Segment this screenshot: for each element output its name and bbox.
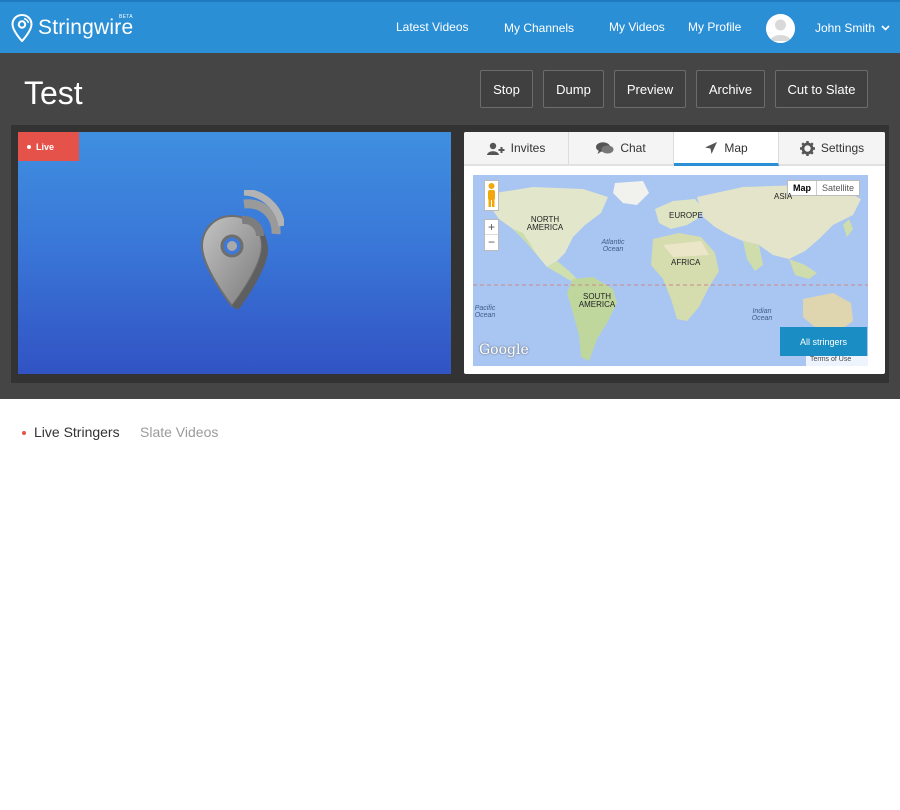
active-indicator-dot bbox=[22, 431, 26, 435]
nav-link-my-profile[interactable]: My Profile bbox=[688, 20, 741, 34]
archive-button[interactable]: Archive bbox=[696, 70, 765, 108]
map-label-south-america: SOUTH AMERICA bbox=[578, 292, 616, 309]
tab-live-stringers[interactable]: Live Stringers bbox=[34, 424, 120, 440]
map-label-pacific-ocean: Pacific Ocean bbox=[474, 305, 496, 319]
map-label-north-america: NORTH AMERICA bbox=[526, 215, 564, 232]
broadcast-panel: Test Stop Dump Preview Archive Cut to Sl… bbox=[0, 53, 900, 399]
nav-link-my-channels[interactable]: My Channels bbox=[504, 21, 574, 35]
avatar[interactable] bbox=[766, 14, 795, 43]
gear-icon bbox=[799, 140, 815, 156]
nav-link-latest-videos[interactable]: Latest Videos bbox=[396, 20, 469, 34]
tab-chat[interactable]: Chat bbox=[569, 132, 674, 164]
map-type-satellite[interactable]: Satellite bbox=[817, 181, 859, 195]
tab-settings-label: Settings bbox=[820, 141, 865, 155]
zoom-in-button[interactable]: + bbox=[485, 220, 498, 235]
terms-of-use-link[interactable]: Terms of Use bbox=[806, 356, 868, 366]
cut-to-slate-button[interactable]: Cut to Slate bbox=[775, 70, 868, 108]
stop-button[interactable]: Stop bbox=[480, 70, 533, 108]
chevron-down-icon[interactable] bbox=[881, 23, 890, 32]
live-badge: Live bbox=[18, 132, 79, 161]
map-label-asia: ASIA bbox=[774, 192, 793, 201]
location-pin-icon bbox=[11, 14, 33, 42]
stringer-tabs: Live Stringers Slate Videos bbox=[0, 420, 900, 446]
map-label-europe: EUROPE bbox=[669, 211, 703, 220]
tab-map-label: Map bbox=[724, 140, 748, 155]
street-view-pegman[interactable] bbox=[484, 180, 499, 211]
all-stringers-button[interactable]: All stringers bbox=[780, 327, 867, 356]
top-nav: Stringwire BETA Latest Videos My Channel… bbox=[0, 0, 900, 53]
brand-logo[interactable]: Stringwire BETA bbox=[11, 11, 133, 45]
nav-link-my-videos[interactable]: My Videos bbox=[609, 20, 665, 34]
map-zoom-control: + − bbox=[484, 219, 499, 251]
zoom-out-button[interactable]: − bbox=[485, 235, 498, 250]
stream-container: Live Invites Chat Map Settings + − Map S… bbox=[11, 125, 889, 383]
user-silhouette-icon bbox=[766, 14, 795, 43]
side-panel-tabs: Invites Chat Map Settings bbox=[464, 132, 885, 166]
map-label-atlantic-ocean: Atlantic Ocean bbox=[601, 239, 625, 253]
tab-settings[interactable]: Settings bbox=[779, 132, 885, 164]
tab-map[interactable]: Map bbox=[674, 132, 779, 166]
add-user-icon bbox=[486, 142, 505, 155]
world-map[interactable]: + − Map Satellite NORTH AMERICA EUROPE A… bbox=[473, 175, 868, 366]
side-panel: Invites Chat Map Settings + − Map Satell… bbox=[464, 132, 885, 374]
beta-badge: BETA bbox=[119, 14, 133, 20]
user-name[interactable]: John Smith bbox=[815, 21, 875, 35]
video-preview[interactable]: Live bbox=[18, 132, 451, 374]
map-label-indian-ocean: Indian Ocean bbox=[751, 308, 773, 322]
map-label-africa: AFRICA bbox=[671, 258, 701, 267]
map-type-toggle: Map Satellite bbox=[787, 180, 861, 196]
navigation-arrow-icon bbox=[705, 141, 718, 154]
google-attribution: Google bbox=[479, 342, 529, 358]
page-title: Test bbox=[24, 75, 83, 111]
tab-chat-label: Chat bbox=[620, 141, 646, 155]
tab-invites-label: Invites bbox=[510, 141, 546, 155]
chat-icon bbox=[596, 141, 614, 154]
tab-invites[interactable]: Invites bbox=[464, 132, 569, 164]
stringwire-logo-icon bbox=[200, 190, 284, 310]
pegman-icon bbox=[488, 183, 495, 207]
preview-button[interactable]: Preview bbox=[614, 70, 686, 108]
dump-button[interactable]: Dump bbox=[543, 70, 604, 108]
map-type-map[interactable]: Map bbox=[788, 181, 817, 195]
tab-slate-videos[interactable]: Slate Videos bbox=[140, 424, 218, 440]
